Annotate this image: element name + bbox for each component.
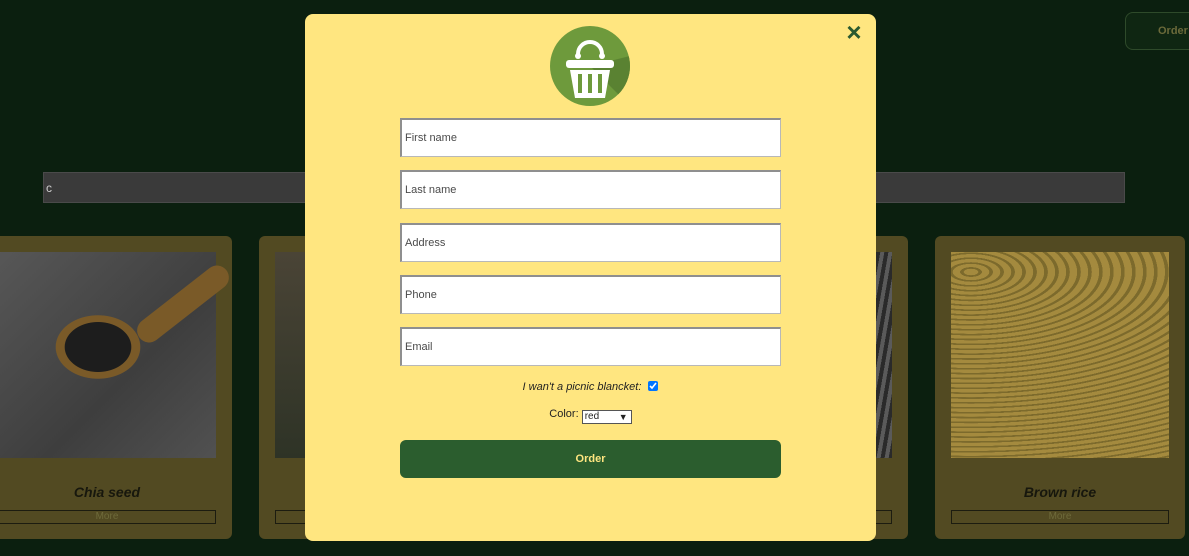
search-value: c: [46, 181, 52, 195]
email-field[interactable]: [400, 327, 781, 366]
color-label: Color:: [549, 408, 579, 420]
order-button[interactable]: Order: [400, 440, 781, 478]
product-image-chia-seed: [0, 252, 216, 458]
product-image-brown-rice: [951, 252, 1169, 458]
product-name: Brown rice: [1023, 484, 1097, 500]
color-row: Color: red ▼: [305, 408, 876, 424]
product-card-brown-rice: Brown rice More: [935, 236, 1185, 539]
basket-icon: [550, 26, 630, 106]
chevron-down-icon: ▼: [618, 412, 628, 422]
picnic-blanket-label: I wan't a picnic blancket:: [522, 381, 642, 393]
order-modal: × I wan't a picnic blancket: Color: red …: [305, 14, 876, 541]
first-name-field[interactable]: [400, 118, 781, 157]
color-select[interactable]: red ▼: [581, 410, 632, 424]
phone-field[interactable]: [400, 275, 781, 314]
product-name: Chia seed: [73, 484, 141, 500]
order-button-label: Order: [575, 453, 606, 465]
more-button[interactable]: More: [951, 510, 1169, 524]
address-field[interactable]: [400, 223, 781, 262]
more-button[interactable]: More: [0, 510, 216, 524]
last-name-field[interactable]: [400, 170, 781, 209]
header-order-label: Order: [1158, 25, 1188, 37]
product-card-chia-seed: Chia seed More: [0, 236, 232, 539]
header-order-button[interactable]: Order: [1125, 12, 1189, 50]
color-select-value: red: [584, 411, 600, 422]
picnic-blanket-checkbox[interactable]: [648, 381, 659, 391]
close-icon[interactable]: ×: [844, 19, 864, 45]
picnic-blanket-row: I wan't a picnic blancket:: [305, 381, 876, 393]
